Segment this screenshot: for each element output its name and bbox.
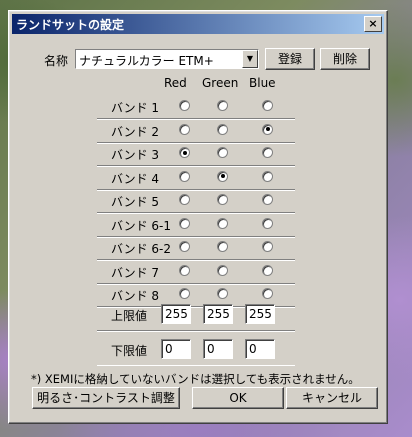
upper-limit-row: 上限値 255 255 255 xyxy=(97,299,295,332)
band-row: バンド 3 xyxy=(97,142,295,167)
column-header-blue: Blue xyxy=(249,76,276,90)
band-radio-red[interactable] xyxy=(179,170,190,182)
band-radio-red[interactable] xyxy=(179,241,190,252)
window-title: ランドサットの設定 xyxy=(16,17,125,32)
brightness-contrast-button[interactable]: 明るさ･コントラスト調整 xyxy=(32,387,180,409)
band-radio-green[interactable] xyxy=(217,241,228,252)
band-label: バンド 2 xyxy=(111,124,160,139)
band-row: バンド 5 xyxy=(97,189,295,214)
ok-button[interactable]: OK xyxy=(192,387,284,409)
band-row: バンド 6-2 xyxy=(97,236,295,261)
column-header-green: Green xyxy=(202,76,239,90)
band-row: バンド 1 xyxy=(97,95,295,120)
upper-limit-label: 上限値 xyxy=(111,309,148,323)
close-icon: × xyxy=(368,17,378,30)
band-radio-green[interactable] xyxy=(217,123,228,135)
band-label: バンド 7 xyxy=(111,265,160,280)
band-row: バンド 7 xyxy=(97,260,295,285)
band-label: バンド 6-2 xyxy=(111,242,172,256)
chevron-down-icon[interactable]: ▼ xyxy=(242,50,258,68)
band-radio-blue[interactable] xyxy=(262,147,273,158)
band-radio-blue[interactable] xyxy=(262,241,273,252)
band-radio-green[interactable] xyxy=(217,264,228,276)
delete-button[interactable]: 削除 xyxy=(320,48,370,70)
band-radio-red[interactable] xyxy=(179,264,190,276)
note-text: *) XEMIに格納していないバンドは選択しても表示されません。 xyxy=(31,372,360,386)
band-radio-green[interactable] xyxy=(217,217,228,229)
band-row: バンド 6-1 xyxy=(97,213,295,238)
band-row: バンド 2 xyxy=(97,119,295,144)
register-button[interactable]: 登録 xyxy=(265,48,315,70)
lower-limit-red-input[interactable]: 0 xyxy=(161,339,191,359)
lower-limit-blue-input[interactable]: 0 xyxy=(245,339,275,359)
band-radio-blue[interactable] xyxy=(262,100,273,111)
upper-limit-green-input[interactable]: 255 xyxy=(203,304,233,324)
band-radio-blue[interactable] xyxy=(262,123,273,135)
upper-limit-red-input[interactable]: 255 xyxy=(161,304,191,324)
column-header-red: Red xyxy=(164,76,187,90)
band-radio-blue[interactable] xyxy=(262,264,273,276)
close-button[interactable]: × xyxy=(364,16,382,32)
cancel-button[interactable]: キャンセル xyxy=(286,387,378,409)
band-radio-blue[interactable] xyxy=(262,217,273,229)
band-row: バンド 4 xyxy=(97,166,295,191)
band-radio-red[interactable] xyxy=(179,100,190,111)
band-radio-green[interactable] xyxy=(217,100,228,111)
preset-label: 名称 xyxy=(44,54,69,68)
band-radio-red[interactable] xyxy=(179,217,190,229)
band-radio-blue[interactable] xyxy=(262,170,273,182)
band-radio-green[interactable] xyxy=(217,288,228,299)
band-radio-red[interactable] xyxy=(179,288,190,299)
band-radio-blue[interactable] xyxy=(262,288,273,299)
upper-limit-blue-input[interactable]: 255 xyxy=(245,304,275,324)
lower-limit-green-input[interactable]: 0 xyxy=(203,339,233,359)
band-label: バンド 5 xyxy=(111,195,160,209)
preset-selected-value: ナチュラルカラー ETM+ xyxy=(79,54,214,68)
band-label: バンド 1 xyxy=(111,101,160,115)
landsat-settings-dialog: ランドサットの設定 × 名称 ナチュラルカラー ETM+ ▼ 登録 削除 Red… xyxy=(8,10,388,424)
title-bar[interactable]: ランドサットの設定 × xyxy=(12,14,384,34)
band-label: バンド 6-1 xyxy=(111,218,172,233)
lower-limit-label: 下限値 xyxy=(111,344,148,358)
band-label: バンド 4 xyxy=(111,171,160,186)
preset-select[interactable]: ナチュラルカラー ETM+ ▼ xyxy=(75,49,259,69)
band-radio-green[interactable] xyxy=(217,194,228,205)
band-radio-red[interactable] xyxy=(179,147,190,158)
band-radio-red[interactable] xyxy=(179,194,190,205)
band-radio-blue[interactable] xyxy=(262,194,273,205)
band-radio-green[interactable] xyxy=(217,170,228,182)
band-label: バンド 3 xyxy=(111,148,160,162)
band-radio-green[interactable] xyxy=(217,147,228,158)
band-radio-red[interactable] xyxy=(179,123,190,135)
lower-limit-row: 下限値 0 0 0 xyxy=(97,333,295,366)
